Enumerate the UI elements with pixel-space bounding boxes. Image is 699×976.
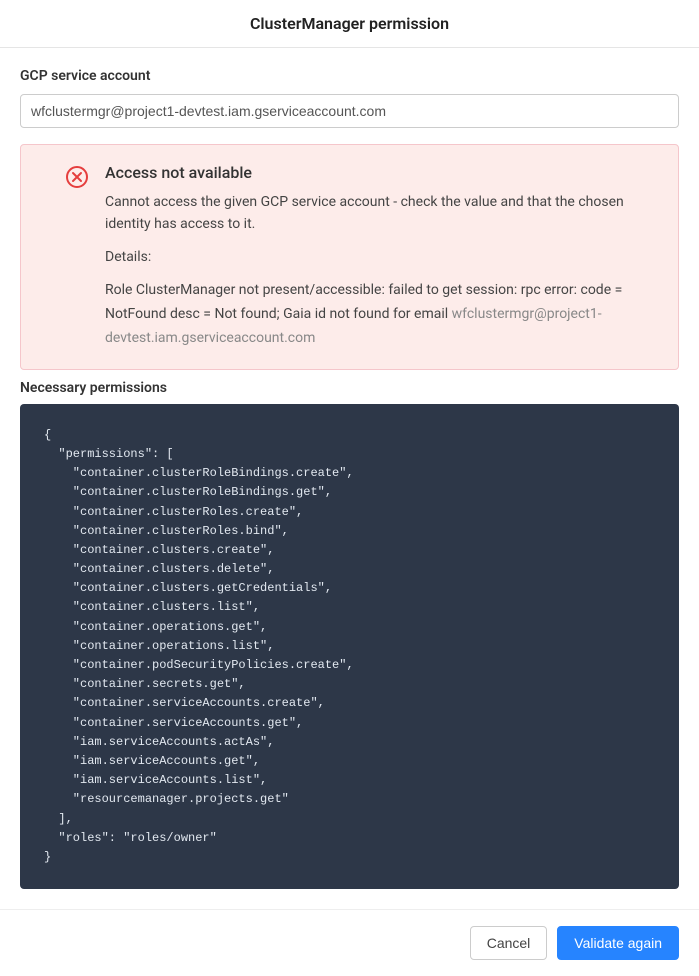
permissions-code: { "permissions": [ "container.clusterRol… <box>20 404 679 889</box>
dialog-title: ClusterManager permission <box>20 14 679 33</box>
alert-details-text: Role ClusterManager not present/accessib… <box>105 279 658 350</box>
dialog-footer: Cancel Validate again <box>0 909 699 976</box>
permissions-label: Necessary permissions <box>20 380 679 396</box>
error-icon <box>65 165 89 189</box>
alert-details-label: Details: <box>105 249 658 265</box>
service-account-label: GCP service account <box>20 68 679 84</box>
cancel-button[interactable]: Cancel <box>470 926 548 960</box>
error-alert: Access not available Cannot access the g… <box>20 144 679 370</box>
alert-title: Access not available <box>105 163 658 182</box>
service-account-input[interactable] <box>20 94 679 128</box>
validate-again-button[interactable]: Validate again <box>557 926 679 960</box>
alert-message: Cannot access the given GCP service acco… <box>105 192 658 235</box>
dialog-header: ClusterManager permission <box>0 0 699 48</box>
dialog-body: GCP service account Access not available… <box>0 48 699 909</box>
